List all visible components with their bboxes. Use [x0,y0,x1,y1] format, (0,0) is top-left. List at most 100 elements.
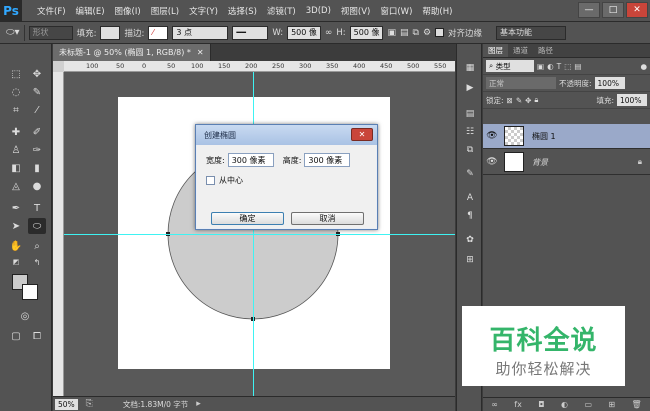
status-menu-arrow-icon[interactable]: ▸ [196,399,201,409]
ok-button[interactable]: 确定 [211,212,284,225]
menu-layer[interactable]: 图层(L) [146,5,184,17]
link-layers-icon[interactable]: ∞ [491,400,498,409]
width-field[interactable]: 500 像 [287,25,321,40]
background-color-swatch[interactable] [22,284,38,300]
swap-colors-icon[interactable]: ↰ [28,254,46,270]
layer-row[interactable]: 👁︎ 椭圆 1 [483,124,650,149]
height-field[interactable]: 500 像 [349,25,384,40]
quick-mask-icon[interactable]: ◎ [16,308,34,324]
link-icon[interactable]: ∞ [325,28,333,38]
path-arrangement-icon[interactable]: ⧉ [413,28,419,38]
menu-help[interactable]: 帮助(H) [417,5,457,17]
blur-tool-icon[interactable]: ◬ [7,178,25,194]
path-select-tool-icon[interactable]: ➤ [7,218,25,234]
stroke-type-select[interactable]: ━━ [232,25,269,40]
tab-paths[interactable]: 路径 [533,44,558,57]
opacity-field[interactable]: 100% [594,77,625,89]
gear-icon[interactable]: ⚙ [423,28,431,38]
screen-mode-menu-icon[interactable]: ⧠ [28,328,46,344]
actions-panel-icon[interactable]: ▶ [463,82,477,94]
stroke-swatch[interactable]: ⁄ [148,25,169,40]
styles-panel-icon[interactable]: ⊞ [463,254,477,266]
lock-all-icon[interactable]: 🔒︎ [534,95,538,105]
hand-tool-icon[interactable]: ✋ [7,238,25,254]
healing-brush-tool-icon[interactable]: ✚ [7,124,25,140]
eye-icon[interactable]: 👁︎ [483,157,501,167]
layer-filter-select[interactable]: ⌕ 类型 [486,60,534,72]
fill-swatch[interactable] [100,25,121,40]
properties-panel-icon[interactable]: ☷ [463,126,477,138]
history-panel-icon[interactable]: ▦ [463,62,477,74]
clone-stamp-tool-icon[interactable]: ♙ [7,142,25,158]
eraser-tool-icon[interactable]: ◧ [7,160,25,176]
menu-select[interactable]: 选择(S) [223,5,262,17]
menu-filter[interactable]: 滤镜(T) [262,5,301,17]
adjustment-layer-icon[interactable]: ◐ [561,400,568,409]
clone-source-panel-icon[interactable]: ⧉ [463,144,477,156]
delete-layer-icon[interactable]: 🗑︎ [632,400,642,409]
horizontal-guide[interactable] [64,234,455,235]
menu-file[interactable]: 文件(F) [32,5,71,17]
type-tool-icon[interactable]: T [28,200,46,216]
default-colors-icon[interactable]: ◩ [7,254,25,270]
layer-row[interactable]: 👁︎ 背景 🔒︎ [483,150,650,175]
new-layer-icon[interactable]: ⊞ [608,400,615,409]
document-info[interactable]: 文档:1.83M/0 字节 [123,399,188,410]
pen-tool-icon[interactable]: ✒ [7,200,25,216]
filter-toggle-icon[interactable]: ● [640,62,647,71]
height-input[interactable]: 300 像素 [304,153,351,167]
menu-edit[interactable]: 编辑(E) [71,5,110,17]
lasso-tool-icon[interactable]: ◌ [7,84,25,100]
zoom-tool-icon[interactable]: ⌕ [28,238,46,254]
marquee-tool-icon[interactable]: ⬚ [7,66,25,82]
canvas-area[interactable] [64,72,455,396]
lock-transparent-icon[interactable]: ⊠ [507,96,513,105]
menu-image[interactable]: 图像(I) [110,5,146,17]
menu-type[interactable]: 文字(Y) [184,5,223,17]
paragraph-panel-icon[interactable]: ¶ [463,210,477,222]
filter-adjustment-icon[interactable]: ◐ [547,62,554,71]
quick-select-tool-icon[interactable]: ✎ [28,84,46,100]
eyedropper-tool-icon[interactable]: ⁄ [28,102,46,118]
new-group-icon[interactable]: ▭ [584,400,592,409]
filter-shape-icon[interactable]: ⬚ [564,62,571,71]
ellipse-tool-preset-icon[interactable]: ⬭▾ [6,27,20,38]
zoom-level-field[interactable]: 50% [55,398,78,410]
move-tool-icon[interactable]: ✥ [28,66,46,82]
add-mask-icon[interactable]: ◘ [538,400,544,409]
eye-icon[interactable]: 👁︎ [483,131,501,141]
from-center-checkbox[interactable] [206,176,215,185]
stroke-size-field[interactable]: 3 点 [172,25,229,40]
crop-tool-icon[interactable]: ⌗ [7,102,25,118]
path-alignment-icon[interactable]: ▤ [400,28,409,38]
menu-window[interactable]: 窗口(W) [375,5,417,17]
history-brush-tool-icon[interactable]: ✑ [28,142,46,158]
blend-mode-select[interactable]: 正常 [486,77,556,89]
layer-name[interactable]: 背景 [532,157,548,168]
brush-presets-panel-icon[interactable]: ✎ [463,168,477,180]
gradient-tool-icon[interactable]: ▮ [28,160,46,176]
menu-view[interactable]: 视图(V) [336,5,375,17]
width-input[interactable]: 300 像素 [227,153,274,167]
screen-mode-icon[interactable]: ▢ [7,328,25,344]
path-operations-icon[interactable]: ▣ [387,28,396,38]
document-tab[interactable]: 未标题-1 @ 50% (椭圆 1, RGB/8) * ✕ [53,44,211,61]
layer-style-icon[interactable]: fx [514,400,522,409]
fill-field[interactable]: 100% [617,94,647,106]
close-tab-icon[interactable]: ✕ [197,48,204,57]
tab-channels[interactable]: 通道 [508,44,533,57]
menu-3d[interactable]: 3D(D) [301,6,336,16]
lock-position-icon[interactable]: ✥ [525,96,531,105]
shape-mode-select[interactable]: 形状 [28,25,73,40]
filter-smart-object-icon[interactable]: ▤ [574,62,581,71]
restore-button[interactable]: □ [602,2,624,18]
filter-type-icon[interactable]: T [557,62,562,71]
close-window-button[interactable]: ✕ [626,2,648,18]
minimize-button[interactable]: — [578,2,600,18]
dialog-title-bar[interactable]: 创建椭圆 ✕ [196,125,377,145]
character-panel-icon[interactable]: A [463,192,477,204]
swatches-panel-icon[interactable]: ✿ [463,234,477,246]
filter-pixel-icon[interactable]: ▣ [537,62,544,71]
ellipse-tool-icon[interactable]: ⬭ [28,218,46,234]
brush-tool-icon[interactable]: ✐ [28,124,46,140]
